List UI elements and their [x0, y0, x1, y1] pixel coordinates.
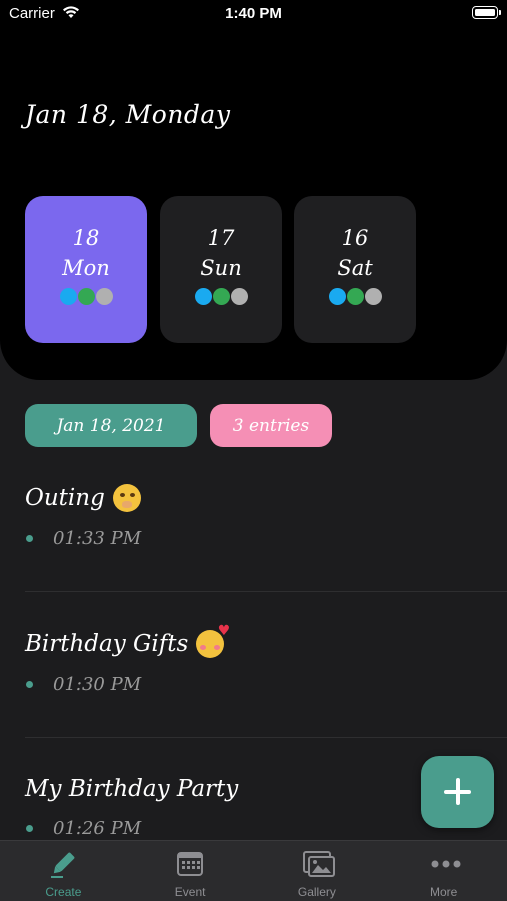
add-entry-button[interactable] [421, 756, 494, 828]
entry-dots [160, 288, 282, 305]
dot-blue [194, 288, 212, 305]
tab-create[interactable]: Create [0, 841, 127, 901]
shushing-face-emoji-icon [112, 484, 141, 512]
dot-gray [364, 288, 382, 305]
header: Jan 18, Monday 18 Mon 17 Sun 16 Sat [0, 0, 507, 380]
tab-label: Event [174, 885, 206, 899]
dot-blue [328, 288, 346, 305]
dot-green [212, 288, 230, 305]
day-name: Sat [337, 256, 373, 280]
entries-count-pill[interactable]: 3 entries [210, 404, 332, 447]
day-name: Sun [200, 256, 242, 280]
tab-label: Create [45, 885, 82, 899]
tab-gallery[interactable]: Gallery [254, 841, 381, 901]
entry-title: Outing [25, 485, 105, 511]
gallery-icon [302, 850, 335, 878]
smiling-face-with-hearts-emoji-icon [196, 623, 230, 658]
dot-blue [59, 288, 77, 305]
pencil-icon [48, 850, 78, 878]
tab-bar: Create Event Gallery More [0, 840, 507, 901]
entry-time: 01:33 PM [25, 528, 507, 549]
status-bar: Carrier 1:40 PM [0, 0, 507, 30]
dot-gray [230, 288, 248, 305]
day-number: 18 [72, 226, 100, 250]
day-number: 16 [341, 226, 369, 250]
tab-label: Gallery [297, 885, 336, 899]
day-number: 17 [207, 226, 235, 250]
entry-time: 01:30 PM [25, 674, 507, 695]
entry-dots [294, 288, 416, 305]
dot-green [77, 288, 95, 305]
tab-more[interactable]: More [380, 841, 507, 901]
page-title: Jan 18, Monday [25, 100, 231, 129]
dot-gray [95, 288, 113, 305]
day-name: Mon [62, 256, 110, 280]
day-card-18[interactable]: 18 Mon [25, 196, 147, 343]
entry-title: My Birthday Party [25, 776, 239, 802]
day-card-16[interactable]: 16 Sat [294, 196, 416, 343]
entry-item[interactable]: Birthday Gifts 01:30 PM [25, 623, 507, 695]
battery-icon [472, 6, 501, 19]
entry-title: Birthday Gifts [25, 631, 189, 657]
calendar-icon [175, 850, 205, 878]
tab-label: More [429, 885, 458, 899]
day-card-17[interactable]: 17 Sun [160, 196, 282, 343]
tab-event[interactable]: Event [127, 841, 254, 901]
status-time: 1:40 PM [225, 5, 282, 22]
more-icon [429, 850, 461, 878]
divider [25, 737, 507, 738]
entry-dots [25, 288, 147, 305]
divider [25, 591, 507, 592]
date-pill[interactable]: Jan 18, 2021 [25, 404, 197, 447]
entry-item[interactable]: Outing 01:33 PM [25, 484, 507, 549]
dot-green [346, 288, 364, 305]
